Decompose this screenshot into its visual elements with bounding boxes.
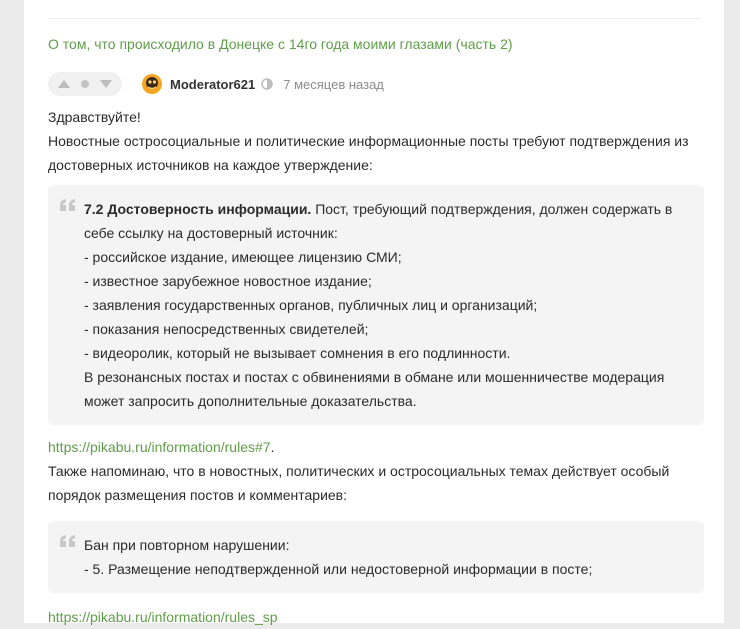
ban-line: Бан при повторном нарушении: — [84, 537, 290, 553]
rule-item: - известное зарубежное новостное издание… — [84, 273, 372, 289]
post-title-link[interactable]: О том, что происходило в Донецке с 14го … — [48, 35, 513, 53]
vote-widget — [48, 72, 122, 96]
comment-time: 7 месяцев назад — [283, 76, 384, 92]
greeting: Здравствуйте! — [48, 109, 141, 125]
author-name[interactable]: Moderator621 — [170, 77, 255, 92]
rating-dot-icon — [81, 80, 89, 88]
comment-body: Здравствуйте! Новостные остросоциальные … — [48, 105, 704, 629]
rule-closing: В резонансных постах и постах с обвинени… — [84, 369, 665, 409]
moderator-status-icon — [261, 78, 273, 90]
rule-quote: 7.2 Достоверность информации. Пост, треб… — [48, 185, 704, 425]
downvote-icon[interactable] — [98, 78, 114, 90]
upvote-icon[interactable] — [56, 78, 72, 90]
rule-item: - видеоролик, который не вызывает сомнен… — [84, 345, 511, 361]
avatar[interactable] — [142, 74, 162, 94]
intro-text: Новостные остросоциальные и политические… — [48, 133, 689, 173]
rule-title: 7.2 Достоверность информации. — [84, 201, 312, 217]
quote-icon — [60, 199, 75, 211]
rules-link[interactable]: https://pikabu.ru/information/rules#7 — [48, 439, 271, 455]
ban-quote: Бан при повторном нарушении: - 5. Размещ… — [48, 521, 704, 593]
rules-link-line: https://pikabu.ru/information/rules#7. — [48, 435, 704, 459]
comment-card: О том, что происходило в Донецке с 14го … — [24, 0, 724, 625]
comment-header: Moderator621 7 месяцев назад — [48, 72, 384, 96]
reminder-text: Также напоминаю, что в новостных, полити… — [48, 463, 670, 503]
special-rules-line: https://pikabu.ru/information/rules_sp — [48, 605, 704, 629]
rule-item: - заявления государственных органов, пуб… — [84, 297, 538, 313]
rule-item: - российское издание, имеющее лицензию С… — [84, 249, 402, 265]
rule-item: - показания непосредственных свидетелей; — [84, 321, 369, 337]
link-suffix: . — [270, 439, 275, 455]
divider — [48, 18, 700, 19]
rule-lead: 7.2 Достоверность информации. Пост, треб… — [84, 197, 684, 245]
quote-icon — [60, 535, 75, 547]
ban-item: - 5. Размещение неподтвержденной или нед… — [84, 561, 593, 577]
